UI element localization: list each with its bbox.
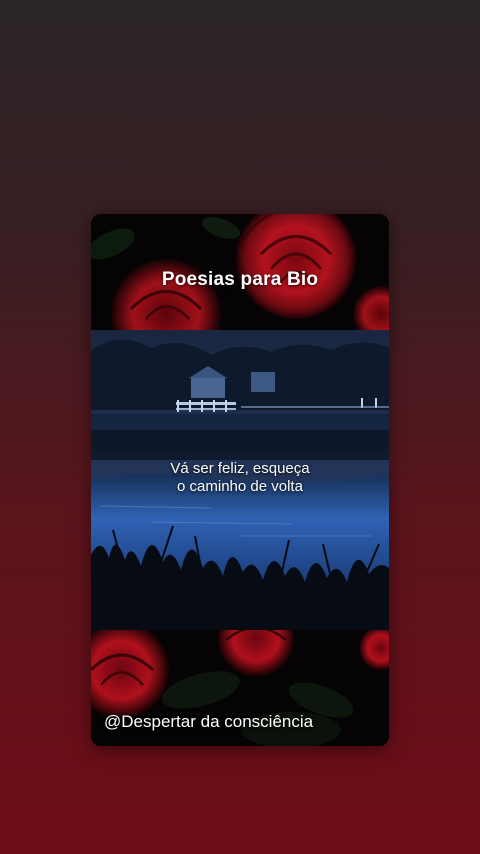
quote-line-1: Vá ser feliz, esqueça [170,460,310,477]
story-title: Poesias para Bio [161,269,319,290]
account-handle: @Despertar da consciência [104,712,314,731]
quote-text: Vá ser feliz, esqueça o caminho de volta [91,460,389,496]
roses-top-image: Poesias para Bio [91,214,389,330]
roses-bottom-image: @Despertar da consciência [91,630,389,746]
lake-scene-image: Vá ser feliz, esqueça o caminho de volta [91,330,389,630]
quote-line-2: o caminho de volta [177,478,303,495]
story-card[interactable]: Poesias para Bio Vá ser feliz, esqueça o… [91,214,389,746]
